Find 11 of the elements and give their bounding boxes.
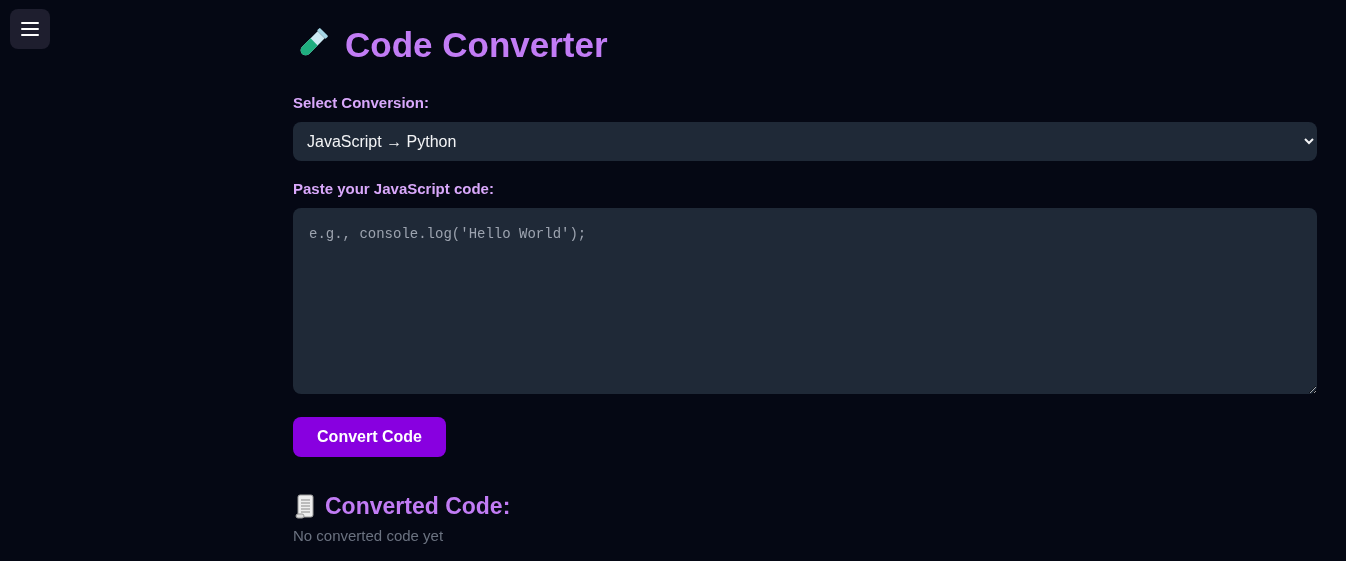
output-heading: Converted Code: <box>325 494 511 518</box>
code-input-field[interactable]: e.g., console.log('Hello World'); <box>293 208 1317 394</box>
conversion-label: Select Conversion: <box>293 93 429 113</box>
convert-button[interactable]: Convert Code <box>293 417 446 457</box>
page-title: Code Converter <box>345 26 608 62</box>
code-input-label: Paste your JavaScript code: <box>293 178 494 199</box>
menu-button[interactable] <box>10 9 50 49</box>
empty-output-text: No converted code yet <box>293 527 444 545</box>
menu-icon <box>21 22 39 36</box>
scroll-icon <box>293 493 317 519</box>
conversion-select[interactable]: JavaScript → Python <box>293 121 1317 161</box>
